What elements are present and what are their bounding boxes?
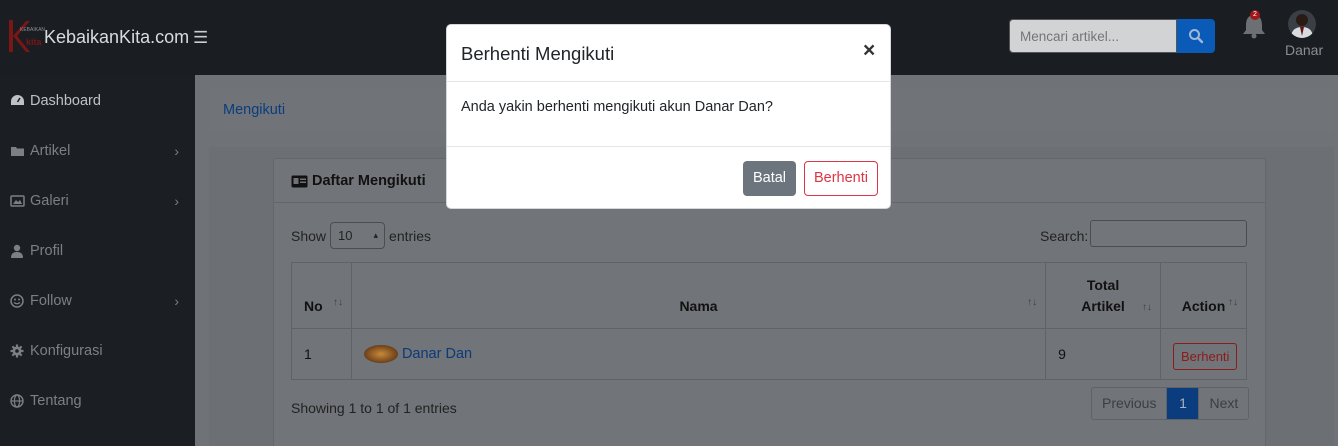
sidebar-item-profil[interactable]: Profil — [0, 226, 195, 276]
search-input[interactable] — [1009, 19, 1177, 53]
sidebar-item-label: Galeri — [30, 193, 69, 209]
unfollow-button[interactable]: Berhenti — [1173, 342, 1238, 370]
following-table: No ↑↓ Nama ↑↓ Total Artikel ↑↓ Action ↑↓ 1 D… — [291, 262, 1247, 380]
pagination-page-1[interactable]: 1 — [1167, 388, 1200, 419]
sort-icon: ↑↓ — [1228, 297, 1238, 308]
brand-text: KebaikanKita.com — [44, 27, 190, 47]
sidebar-item-follow[interactable]: Follow › — [0, 276, 195, 326]
globe-icon — [8, 393, 26, 409]
table-search-input[interactable] — [1090, 220, 1247, 247]
entries-select[interactable]: 10 ▴ — [330, 222, 386, 249]
entries-select-value: 10 — [338, 228, 353, 243]
table-search-label: Search: — [1040, 228, 1089, 244]
brand[interactable]: KEBAIKAN kita KebaikanKita.com — [6, 18, 196, 58]
sidebar-item-galeri[interactable]: Galeri › — [0, 176, 195, 226]
sort-icon: ↑↓ — [1027, 297, 1038, 308]
images-icon — [8, 193, 26, 209]
brand-logo-icon: KEBAIKAN kita — [9, 20, 45, 52]
table-info: Showing 1 to 1 of 1 entries — [291, 400, 457, 416]
id-card-icon — [291, 175, 308, 187]
search-button[interactable] — [1177, 19, 1215, 53]
user-avatar-icon — [1291, 14, 1313, 38]
sidebar-item-label: Dashboard — [30, 93, 101, 109]
user-name[interactable]: Danar — [1285, 42, 1323, 58]
sidebar-item-label: Tentang — [30, 393, 82, 409]
cell-total-artikel: 9 — [1045, 328, 1161, 380]
sidebar-item-label: Konfigurasi — [30, 343, 103, 359]
modal-footer: Batal Berhenti — [447, 146, 890, 208]
logo-small-text: KEBAIKAN — [20, 27, 45, 33]
confirm-unfollow-button[interactable]: Berhenti — [804, 161, 878, 196]
menu-toggle-icon[interactable]: ☰ — [193, 28, 208, 48]
column-header-nama[interactable]: Nama ↑↓ — [350, 262, 1047, 329]
column-header-action[interactable]: Action ↑↓ — [1160, 262, 1247, 329]
profile-thumbnail — [363, 345, 398, 363]
breadcrumb-current[interactable]: Mengikuti — [223, 102, 285, 118]
cancel-button[interactable]: Batal — [743, 161, 796, 196]
pagination: Previous 1 Next — [1091, 387, 1250, 420]
avatar[interactable] — [1288, 10, 1316, 38]
user-icon — [8, 243, 26, 259]
sidebar-item-konfigurasi[interactable]: Konfigurasi — [0, 326, 195, 376]
notifications-button[interactable]: 2 — [1240, 10, 1268, 40]
sidebar-item-artikel[interactable]: Artikel › — [0, 126, 195, 176]
chevron-right-icon: › — [174, 143, 179, 159]
entries-length-control: Show 10 ▴ entries — [291, 222, 431, 249]
modal-header: Berhenti Mengikuti × — [447, 25, 890, 82]
smile-icon — [8, 293, 26, 309]
chevron-right-icon: › — [174, 293, 179, 309]
sidebar-item-label: Artikel — [30, 143, 71, 159]
sidebar-item-label: Profil — [30, 243, 64, 259]
column-header-no[interactable]: No ↑↓ — [291, 262, 352, 329]
gear-icon — [8, 343, 26, 359]
modal-title: Berhenti Mengikuti — [461, 43, 615, 64]
sidebar-item-label: Follow — [30, 293, 72, 309]
table-row: 1 Danar Dan 9 Berhenti — [291, 328, 1247, 380]
search-icon — [1189, 29, 1204, 44]
pagination-next[interactable]: Next — [1199, 388, 1248, 419]
chevron-right-icon: › — [174, 193, 179, 209]
card-title-text: Daftar Mengikuti — [312, 173, 426, 189]
folder-icon — [8, 143, 26, 159]
article-search — [1009, 19, 1215, 53]
card-title: Daftar Mengikuti — [291, 173, 426, 189]
show-label: Show — [291, 227, 327, 244]
pagination-previous[interactable]: Previous — [1092, 388, 1168, 419]
cell-no: 1 — [291, 328, 352, 380]
modal-message: Anda yakin berhenti mengikuti akun Danar… — [461, 99, 773, 115]
close-icon[interactable]: × — [863, 39, 875, 63]
unfollow-modal: Berhenti Mengikuti × Anda yakin berhenti… — [446, 24, 891, 209]
sidebar-item-tentang[interactable]: Tentang — [0, 376, 195, 426]
sidebar-item-dashboard[interactable]: Dashboard — [0, 76, 195, 126]
svg-text:kita: kita — [26, 37, 43, 47]
entries-label: entries — [389, 227, 432, 244]
column-header-total-artikel[interactable]: Total Artikel ↑↓ — [1045, 262, 1161, 329]
profile-link[interactable]: Danar Dan — [402, 346, 472, 362]
sidebar: Dashboard Artikel › Galeri › Profil Foll… — [0, 75, 195, 446]
sort-icon: ↑↓ — [332, 297, 343, 308]
sort-icon: ↑↓ — [1142, 302, 1152, 313]
select-arrows-icon: ▴ — [373, 230, 379, 240]
notification-badge: 2 — [1250, 10, 1260, 20]
cell-action: Berhenti — [1160, 328, 1247, 380]
dashboard-icon — [8, 93, 26, 109]
cell-nama: Danar Dan — [350, 328, 1047, 380]
